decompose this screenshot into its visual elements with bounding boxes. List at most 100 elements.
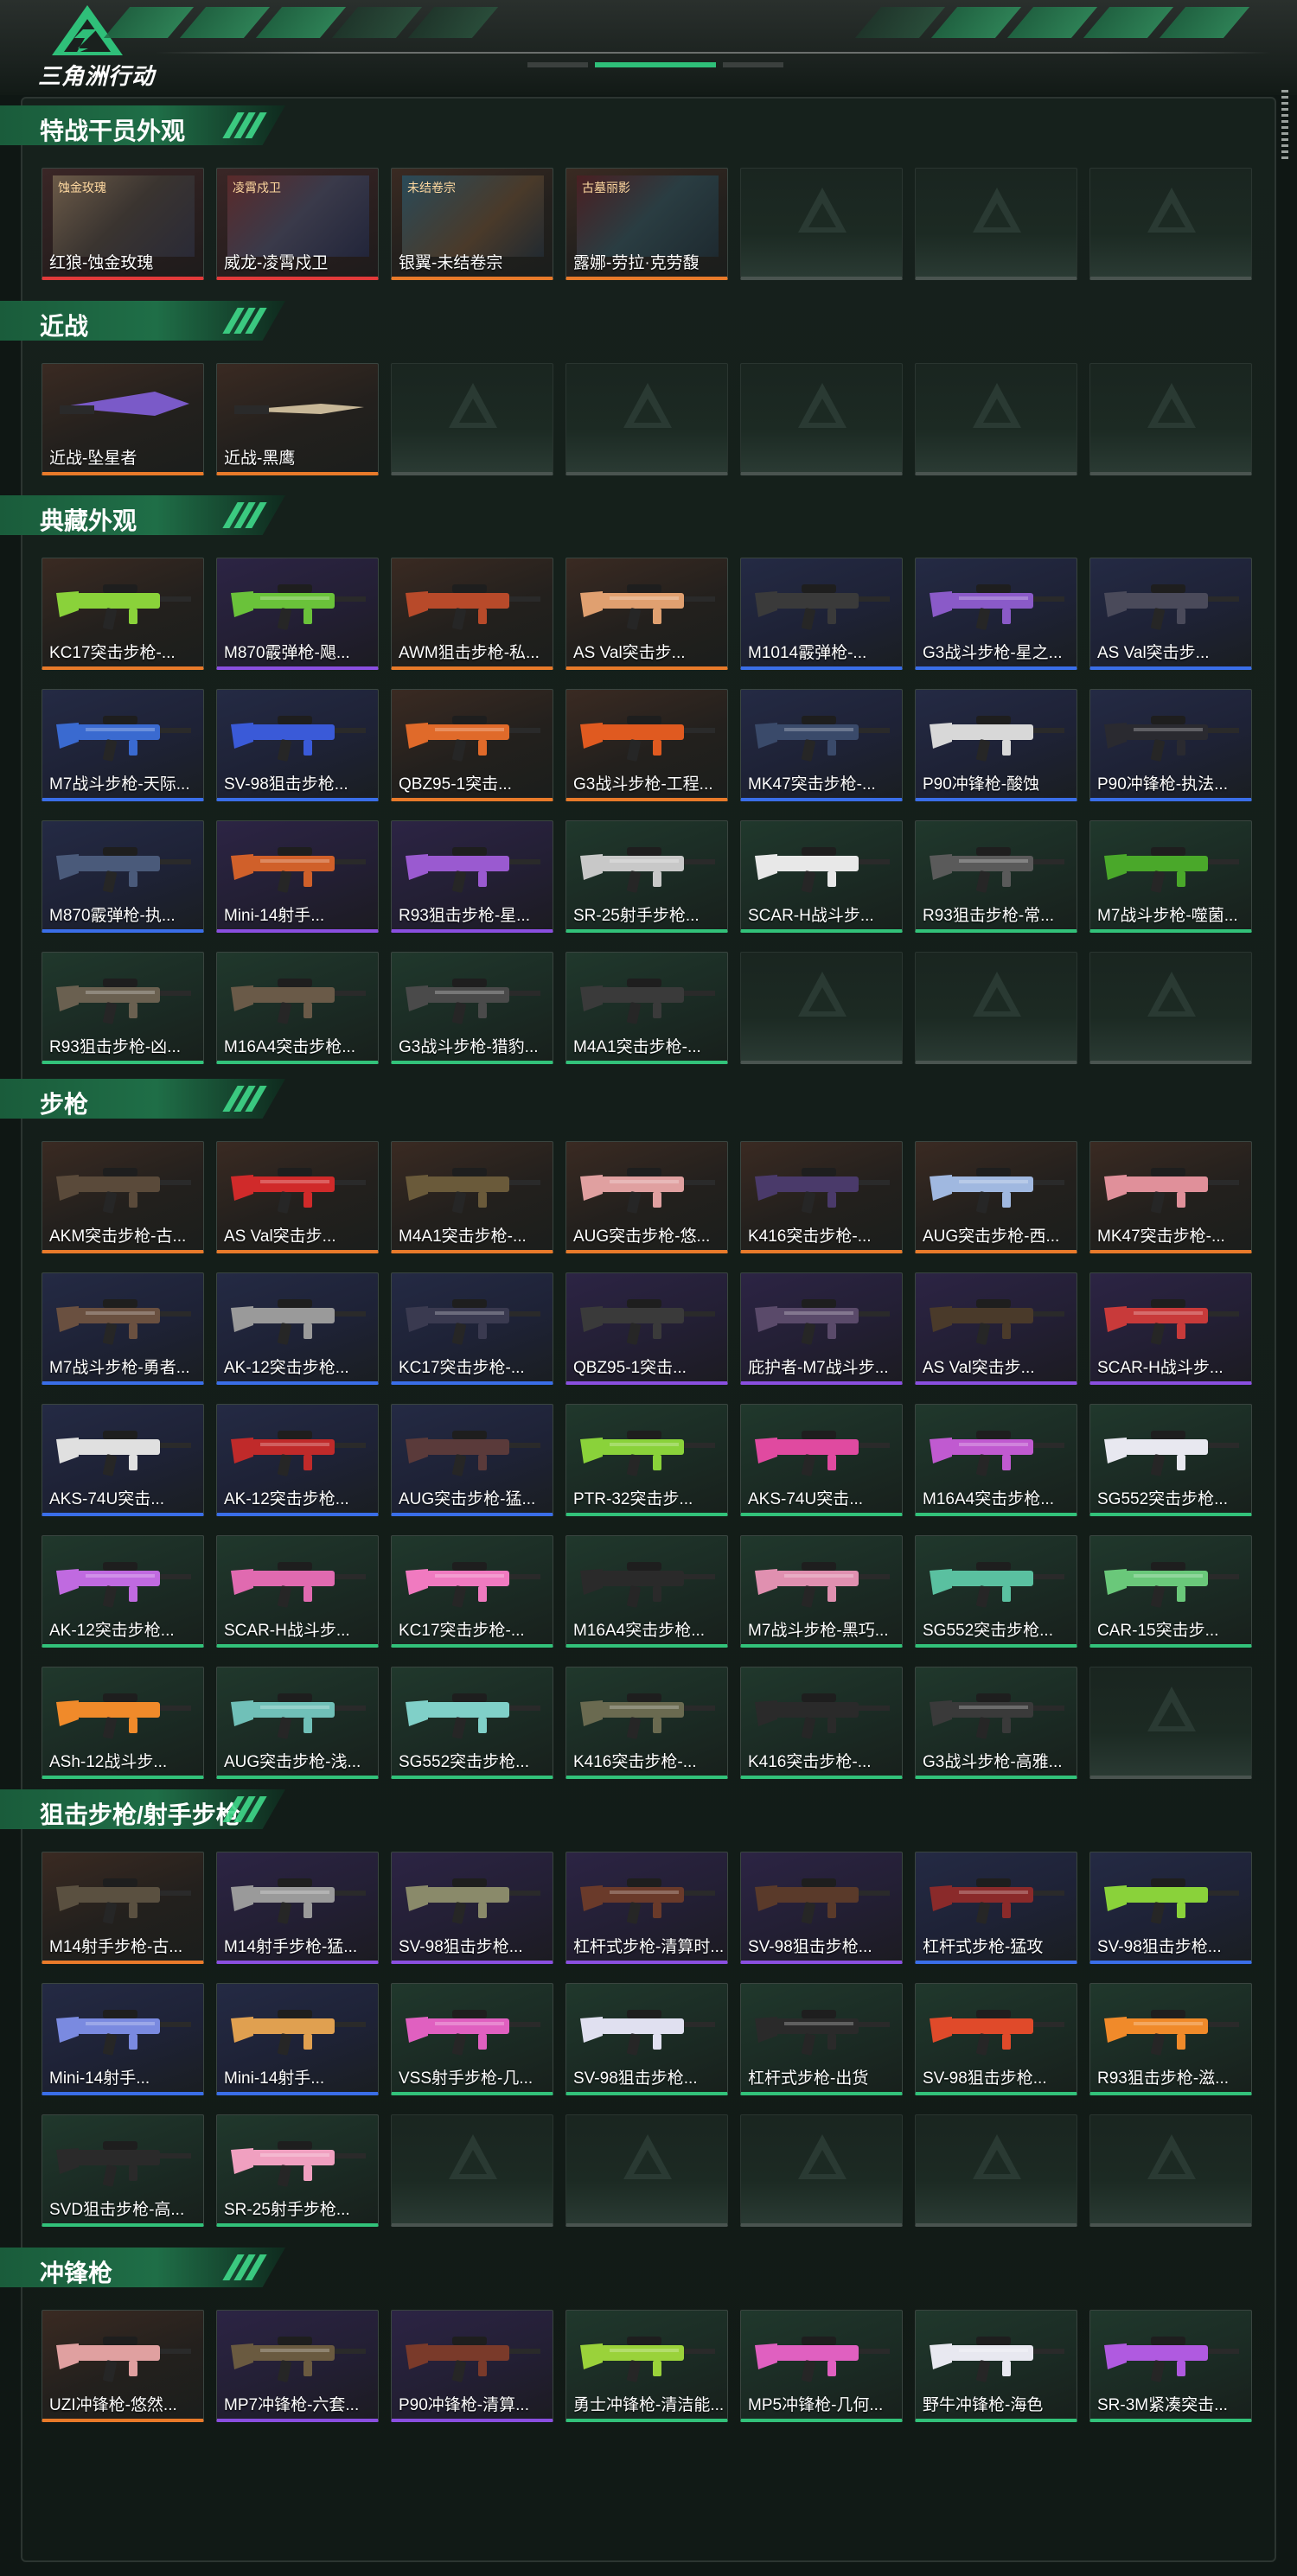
skin-name: VSS射手步枪-几...	[399, 2069, 533, 2088]
skin-card[interactable]: M4A1突击步枪-...	[565, 952, 728, 1064]
section-title: 冲锋枪	[40, 2260, 113, 2286]
skin-card[interactable]: M16A4突击步枪...	[216, 952, 379, 1064]
skin-card[interactable]: P90冲锋枪-酸蚀	[915, 689, 1077, 801]
skin-card[interactable]: SG552突击步枪...	[1089, 1404, 1252, 1516]
skin-card[interactable]: G3战斗步枪-工程...	[565, 689, 728, 801]
skin-card[interactable]: SR-25射手步枪...	[216, 2114, 379, 2227]
skin-card[interactable]: M870霰弹枪-飓...	[216, 558, 379, 670]
skin-card[interactable]: M14射手步枪-古...	[42, 1852, 204, 1964]
skin-card[interactable]: AS Val突击步...	[915, 1272, 1077, 1385]
skin-card[interactable]: KC17突击步枪-...	[391, 1535, 553, 1648]
skin-card[interactable]: AUG突击步枪-悠...	[565, 1141, 728, 1253]
skin-card[interactable]: M1014霰弹枪-...	[740, 558, 903, 670]
skin-card[interactable]: SR-25射手步枪...	[565, 820, 728, 933]
skin-card[interactable]: 杠杆式步枪-清算时...	[565, 1852, 728, 1964]
skin-card[interactable]: AWM狙击步枪-私...	[391, 558, 553, 670]
skin-card[interactable]: G3战斗步枪-星之...	[915, 558, 1077, 670]
skin-card[interactable]: 杠杆式步枪-出货	[740, 1983, 903, 2095]
skin-card[interactable]: 杠杆式步枪-猛攻	[915, 1852, 1077, 1964]
skin-card[interactable]: R93狙击步枪-凶...	[42, 952, 204, 1064]
skin-card[interactable]: M16A4突击步枪...	[565, 1535, 728, 1648]
skin-card[interactable]: AUG突击步枪-浅...	[216, 1667, 379, 1779]
scroll-indicator[interactable]	[1281, 90, 1288, 159]
skin-card[interactable]: AK-12突击步枪...	[42, 1535, 204, 1648]
skin-card[interactable]: SR-3M紧凑突击...	[1089, 2310, 1252, 2422]
section-header: 特战干员外观	[0, 105, 285, 145]
skin-card[interactable]: P90冲锋枪-清算...	[391, 2310, 553, 2422]
skin-card[interactable]: AKS-74U突击...	[42, 1404, 204, 1516]
skin-card[interactable]: 蚀金玫瑰 红狼-蚀金玫瑰	[42, 168, 204, 280]
skin-card[interactable]: 野牛冲锋枪-海色	[915, 2310, 1077, 2422]
skin-card[interactable]: SV-98狙击步枪...	[391, 1852, 553, 1964]
skin-card[interactable]: K416突击步枪-...	[565, 1667, 728, 1779]
skin-card[interactable]: SVD狙击步枪-高...	[42, 2114, 204, 2227]
skin-card[interactable]: AS Val突击步...	[1089, 558, 1252, 670]
skin-card[interactable]: AKS-74U突击...	[740, 1404, 903, 1516]
skin-card[interactable]: M16A4突击步枪...	[915, 1404, 1077, 1516]
skin-card[interactable]: AUG突击步枪-猛...	[391, 1404, 553, 1516]
skin-card[interactable]: AK-12突击步枪...	[216, 1404, 379, 1516]
skin-card[interactable]: AK-12突击步枪...	[216, 1272, 379, 1385]
skin-card[interactable]: K416突击步枪-...	[740, 1141, 903, 1253]
skin-card[interactable]: R93狙击步枪-滋...	[1089, 1983, 1252, 2095]
skin-card[interactable]: PTR-32突击步...	[565, 1404, 728, 1516]
skin-card[interactable]: SCAR-H战斗步...	[216, 1535, 379, 1648]
skin-card[interactable]: Mini-14射手...	[216, 820, 379, 933]
skin-card[interactable]: SV-98狙击步枪...	[740, 1852, 903, 1964]
skin-card[interactable]: QBZ95-1突击...	[391, 689, 553, 801]
skin-card[interactable]: R93狙击步枪-常...	[915, 820, 1077, 933]
weapon-image	[580, 716, 715, 762]
skin-card[interactable]: M7战斗步枪-天际...	[42, 689, 204, 801]
skin-name: QBZ95-1突击...	[573, 1359, 687, 1377]
weapon-image	[56, 847, 191, 893]
weapon-image	[580, 979, 715, 1024]
skin-card[interactable]: 未结卷宗 银翼-未结卷宗	[391, 168, 553, 280]
skin-card[interactable]: G3战斗步枪-猎豹...	[391, 952, 553, 1064]
skin-card[interactable]: SV-98狙击步枪...	[565, 1983, 728, 2095]
skin-card[interactable]: 古墓丽影 露娜-劳拉·克劳馥	[565, 168, 728, 280]
skin-card[interactable]: AKM突击步枪-古...	[42, 1141, 204, 1253]
skin-card[interactable]: M14射手步枪-猛...	[216, 1852, 379, 1964]
skin-card[interactable]: M4A1突击步枪-...	[391, 1141, 553, 1253]
weapon-image	[406, 1878, 540, 1924]
skin-card[interactable]: 近战-坠星者	[42, 363, 204, 475]
skin-card[interactable]: M7战斗步枪-黑巧...	[740, 1535, 903, 1648]
skin-card[interactable]: KC17突击步枪-...	[391, 1272, 553, 1385]
skin-card[interactable]: UZI冲锋枪-悠然...	[42, 2310, 204, 2422]
skin-card[interactable]: P90冲锋枪-执法...	[1089, 689, 1252, 801]
skin-card[interactable]: SCAR-H战斗步...	[1089, 1272, 1252, 1385]
skin-card[interactable]: SV-98狙击步枪...	[216, 689, 379, 801]
skin-card[interactable]: G3战斗步枪-高雅...	[915, 1667, 1077, 1779]
skin-card[interactable]: VSS射手步枪-几...	[391, 1983, 553, 2095]
skin-card[interactable]: SG552突击步枪...	[915, 1535, 1077, 1648]
skin-card[interactable]: M7战斗步枪-勇者...	[42, 1272, 204, 1385]
skin-card[interactable]: KC17突击步枪-...	[42, 558, 204, 670]
skin-card[interactable]: 庇护者-M7战斗步...	[740, 1272, 903, 1385]
skin-card[interactable]: M870霰弹枪-执...	[42, 820, 204, 933]
skin-card[interactable]: Mini-14射手...	[216, 1983, 379, 2095]
skin-card[interactable]: 近战-黑鹰	[216, 363, 379, 475]
skin-card[interactable]: SV-98狙击步枪...	[1089, 1852, 1252, 1964]
skin-card[interactable]: ASh-12战斗步...	[42, 1667, 204, 1779]
skin-card[interactable]: QBZ95-1突击...	[565, 1272, 728, 1385]
skin-card[interactable]: 勇士冲锋枪-清洁能...	[565, 2310, 728, 2422]
skin-card[interactable]: SCAR-H战斗步...	[740, 820, 903, 933]
placeholder-logo-icon	[973, 972, 1021, 1017]
skin-card[interactable]: 凌霄戍卫 威龙-凌霄戍卫	[216, 168, 379, 280]
top-header: 三角洲行动	[0, 0, 1297, 95]
skin-card[interactable]: SV-98狙击步枪...	[915, 1983, 1077, 2095]
skin-card[interactable]: SG552突击步枪...	[391, 1667, 553, 1779]
skin-card[interactable]: AS Val突击步...	[216, 1141, 379, 1253]
skin-card[interactable]: AUG突击步枪-西...	[915, 1141, 1077, 1253]
skin-card[interactable]: M7战斗步枪-噬菌...	[1089, 820, 1252, 933]
skin-card[interactable]: MK47突击步枪-...	[740, 689, 903, 801]
skin-card[interactable]: AS Val突击步...	[565, 558, 728, 670]
skin-card[interactable]: CAR-15突击步...	[1089, 1535, 1252, 1648]
skin-card[interactable]: MP5冲锋枪-几何...	[740, 2310, 903, 2422]
skin-card[interactable]: Mini-14射手...	[42, 1983, 204, 2095]
skin-card[interactable]: R93狙击步枪-星...	[391, 820, 553, 933]
skin-card[interactable]: MK47突击步枪-...	[1089, 1141, 1252, 1253]
empty-slot	[391, 363, 553, 475]
skin-card[interactable]: MP7冲锋枪-六套...	[216, 2310, 379, 2422]
skin-card[interactable]: K416突击步枪-...	[740, 1667, 903, 1779]
